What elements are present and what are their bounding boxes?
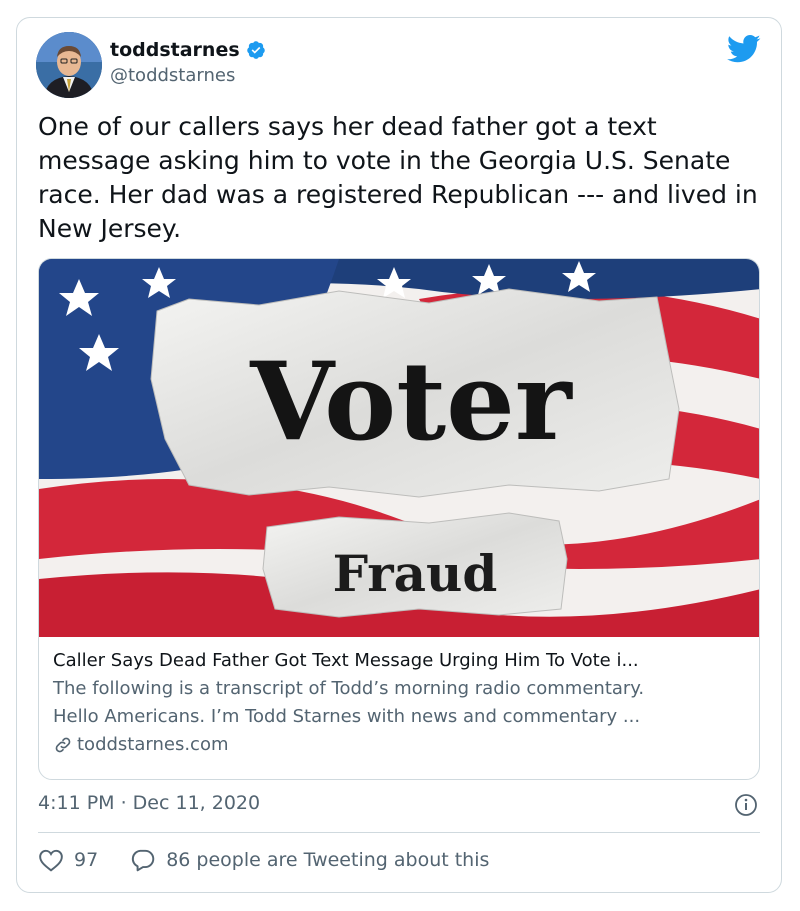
tweet-timestamp[interactable]: 4:11 PM · Dec 11, 2020 <box>38 792 260 814</box>
link-description-line-1: The following is a transcript of Todd’s … <box>53 678 645 699</box>
link-meta: Caller Says Dead Father Got Text Message… <box>53 647 749 759</box>
divider <box>38 832 760 833</box>
link-description-line-2: Hello Americans. I’m Todd Starnes with n… <box>53 706 641 727</box>
twitter-bird-icon[interactable] <box>727 34 761 64</box>
conversation-action[interactable]: 86 people are Tweeting about this <box>130 848 489 872</box>
heart-icon[interactable] <box>38 848 64 872</box>
link-domain-row: toddstarnes.com <box>53 731 749 759</box>
like-count: 97 <box>74 849 99 871</box>
link-preview-image[interactable]: Voter Fraud <box>39 259 760 637</box>
image-word-voter: Voter <box>249 339 574 465</box>
image-word-fraud: Fraud <box>333 544 498 603</box>
link-icon <box>55 737 71 753</box>
link-preview-card[interactable]: Voter Fraud Caller Says Dead Father Got … <box>38 258 760 780</box>
like-action[interactable]: 97 <box>38 848 98 872</box>
info-icon[interactable] <box>734 793 758 817</box>
author-name-row[interactable]: toddstarnes <box>110 39 266 61</box>
link-title[interactable]: Caller Says Dead Father Got Text Message… <box>53 647 749 675</box>
avatar[interactable] <box>36 32 102 98</box>
tweet-text: One of our callers says her dead father … <box>38 112 758 243</box>
avatar-portrait <box>36 32 102 98</box>
conversation-text[interactable]: 86 people are Tweeting about this <box>166 849 489 871</box>
reply-bubble-icon[interactable] <box>130 848 156 872</box>
verified-badge-icon <box>246 41 265 59</box>
author-handle[interactable]: @toddstarnes <box>110 65 235 86</box>
link-domain[interactable]: toddstarnes.com <box>77 731 229 759</box>
tweet-actions: 97 86 people are Tweeting about this <box>38 848 489 872</box>
author-name[interactable]: toddstarnes <box>110 39 240 61</box>
